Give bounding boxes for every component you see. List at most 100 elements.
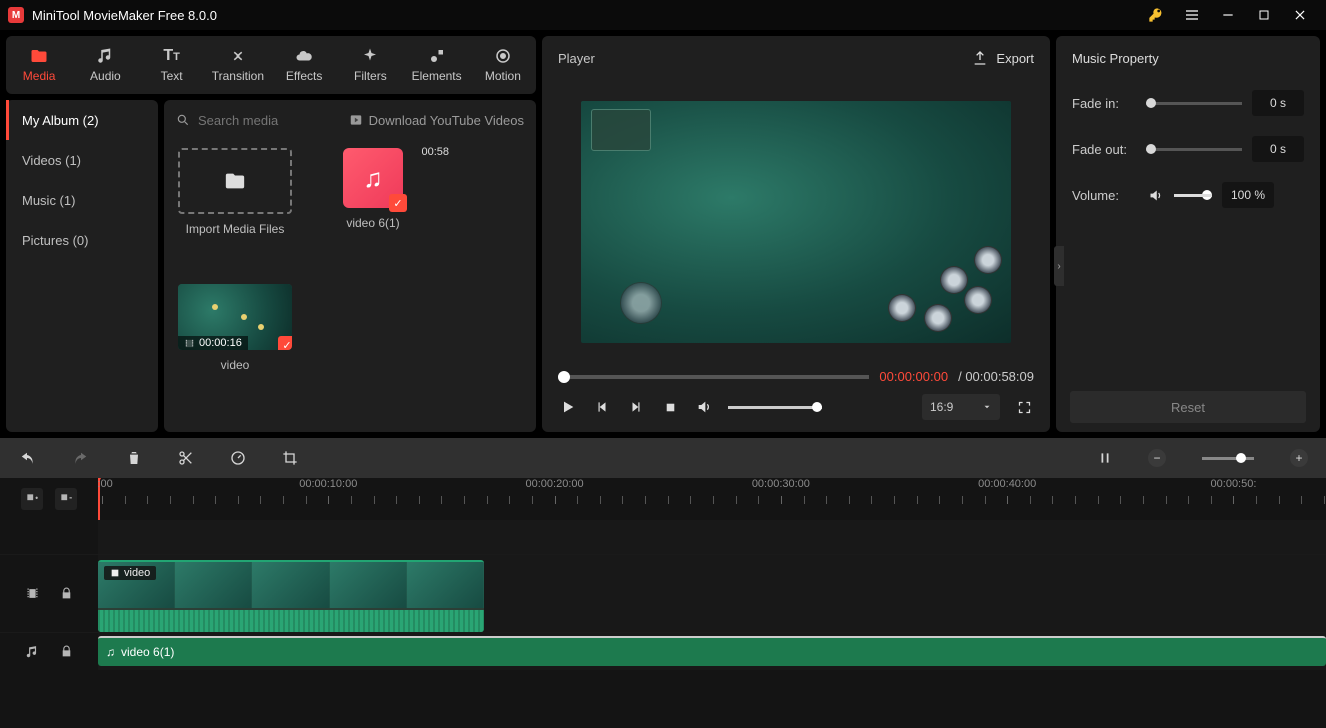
aspect-ratio-select[interactable]: 16:9 [922, 394, 1000, 420]
player-panel: Player Export 00:00:00:00 / 00:00:58:09 [542, 36, 1050, 432]
aspect-value: 16:9 [930, 400, 953, 414]
clip-label: video 6(1) [121, 645, 174, 659]
stop-button[interactable] [660, 401, 680, 414]
tab-text[interactable]: TT Text [139, 36, 205, 94]
tab-elements[interactable]: Elements [404, 36, 470, 94]
volume-slider[interactable] [1174, 194, 1212, 197]
sidebar-item-label: Pictures (0) [22, 233, 88, 248]
redo-button[interactable] [72, 449, 90, 467]
undo-button[interactable] [18, 449, 36, 467]
search-input[interactable] [198, 113, 328, 128]
chevron-down-icon [982, 402, 992, 412]
film-icon [184, 338, 195, 349]
fade-in-label: Fade in: [1072, 96, 1136, 111]
checked-badge-icon: ✓ [389, 194, 407, 212]
tab-transition[interactable]: Transition [205, 36, 271, 94]
volume-icon[interactable] [1146, 188, 1164, 203]
media-item-music[interactable]: ♫ 00:58 ✓ video 6(1) [316, 148, 430, 236]
import-media-button[interactable]: Import Media Files [178, 148, 292, 236]
sidebar-item-label: Music (1) [22, 193, 75, 208]
video-preview[interactable] [581, 101, 1011, 343]
tab-media[interactable]: Media [6, 36, 72, 94]
fade-out-value[interactable]: 0 s [1252, 136, 1304, 162]
app-title: MiniTool MovieMaker Free 8.0.0 [32, 8, 217, 23]
minimize-button[interactable] [1210, 0, 1246, 30]
sidebar-item-music[interactable]: Music (1) [6, 180, 158, 220]
music-icon [96, 47, 114, 65]
speed-button[interactable] [230, 450, 246, 466]
add-track-button[interactable] [21, 488, 43, 510]
media-item-caption: Import Media Files [186, 222, 285, 236]
fullscreen-button[interactable] [1014, 400, 1034, 415]
media-sidebar: My Album (2) Videos (1) Music (1) Pictur… [6, 100, 158, 432]
music-note-icon: ♫ [363, 163, 383, 194]
video-track-icon [21, 583, 43, 605]
reset-button[interactable]: Reset [1070, 391, 1306, 423]
export-label: Export [996, 51, 1034, 66]
player-title: Player [558, 51, 595, 66]
timeline-toolbar: − + [0, 438, 1326, 478]
motion-icon [494, 47, 512, 65]
transition-icon [229, 47, 247, 65]
fade-in-slider[interactable] [1146, 102, 1242, 105]
delete-button[interactable] [126, 450, 142, 466]
upgrade-key-icon[interactable] [1138, 0, 1174, 30]
lock-track-button[interactable] [55, 641, 77, 663]
prev-frame-button[interactable] [592, 400, 612, 414]
folder-icon [29, 47, 49, 65]
film-icon [110, 568, 120, 578]
download-icon [349, 113, 363, 127]
tab-audio[interactable]: Audio [72, 36, 138, 94]
folder-icon [223, 170, 247, 192]
close-button[interactable] [1282, 0, 1318, 30]
timeline: − + 0:0000:00:10:0000:00:20:0000:00:30:0… [0, 438, 1326, 728]
volume-label: Volume: [1072, 188, 1136, 203]
media-item-caption: video [221, 358, 250, 372]
audio-clip[interactable]: ♫ video 6(1) [98, 636, 1326, 666]
fit-timeline-button[interactable] [1098, 450, 1112, 466]
player-volume-slider[interactable] [728, 406, 822, 409]
next-frame-button[interactable] [626, 400, 646, 414]
export-icon [972, 50, 988, 66]
tab-label: Transition [212, 69, 264, 83]
download-label: Download YouTube Videos [369, 113, 524, 128]
crop-button[interactable] [282, 450, 298, 466]
remove-track-button[interactable] [55, 488, 77, 510]
app-icon: M [8, 7, 24, 23]
tab-motion[interactable]: Motion [470, 36, 536, 94]
tab-label: Filters [354, 69, 387, 83]
zoom-slider[interactable] [1202, 457, 1254, 460]
tab-filters[interactable]: Filters [337, 36, 403, 94]
video-clip[interactable]: video [98, 560, 484, 632]
sidebar-item-pictures[interactable]: Pictures (0) [6, 220, 158, 260]
tab-label: Effects [286, 69, 322, 83]
fade-out-label: Fade out: [1072, 142, 1136, 157]
maximize-button[interactable] [1246, 0, 1282, 30]
tab-effects[interactable]: Effects [271, 36, 337, 94]
media-item-video[interactable]: 00:00:16 ✓ video [178, 284, 292, 372]
player-seekbar[interactable] [558, 375, 869, 379]
media-item-caption: video 6(1) [346, 216, 399, 230]
lock-track-button[interactable] [55, 583, 77, 605]
sidebar-item-videos[interactable]: Videos (1) [6, 140, 158, 180]
search-icon [176, 113, 190, 127]
titlebar: M MiniTool MovieMaker Free 8.0.0 [0, 0, 1326, 30]
play-button[interactable] [558, 399, 578, 415]
export-button[interactable]: Export [972, 50, 1034, 66]
split-button[interactable] [178, 450, 194, 466]
menu-icon[interactable] [1174, 0, 1210, 30]
collapse-handle[interactable]: › [1054, 246, 1064, 286]
zoom-out-button[interactable]: − [1148, 449, 1166, 467]
sidebar-item-my-album[interactable]: My Album (2) [6, 100, 158, 140]
reset-label: Reset [1171, 400, 1205, 415]
media-pane: Download YouTube Videos Import Media Fil… [164, 100, 536, 432]
zoom-in-button[interactable]: + [1290, 449, 1308, 467]
clip-label: video [124, 567, 150, 579]
fade-in-value[interactable]: 0 s [1252, 90, 1304, 116]
download-youtube-link[interactable]: Download YouTube Videos [349, 113, 524, 128]
fade-out-slider[interactable] [1146, 148, 1242, 151]
volume-value[interactable]: 100 % [1222, 182, 1274, 208]
mute-button[interactable] [694, 399, 714, 415]
timeline-ruler[interactable]: 0:0000:00:10:0000:00:20:0000:00:30:0000:… [98, 478, 1326, 520]
sparkle-icon [361, 47, 379, 65]
